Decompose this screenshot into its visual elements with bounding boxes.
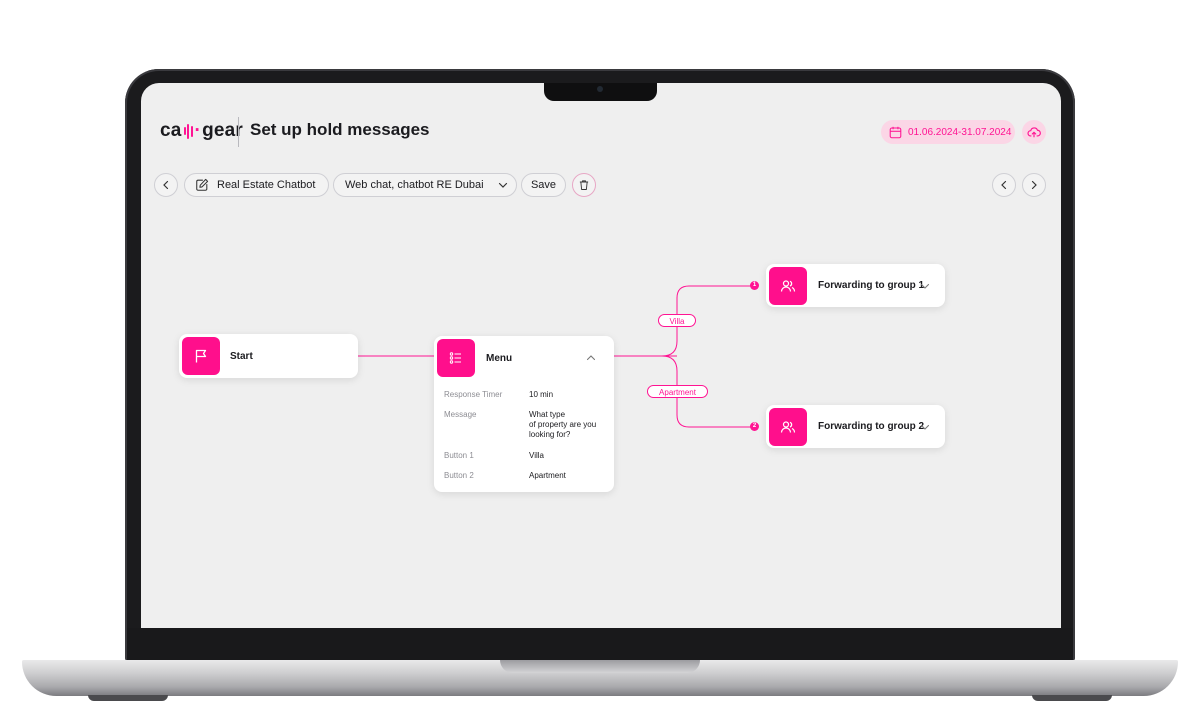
header-divider [238, 117, 239, 147]
camera-icon [597, 86, 603, 92]
menu-node-label: Menu [486, 353, 513, 364]
flag-icon [195, 349, 207, 363]
calendar-icon [889, 126, 902, 138]
row-value: What type of property are you looking fo… [529, 410, 597, 439]
chatbot-name: Real Estate Chatbot [217, 179, 316, 191]
logo-text-left: ca [160, 120, 182, 141]
logo-dot: · [194, 120, 202, 141]
users-icon [780, 421, 796, 433]
start-node-tile [182, 337, 220, 375]
date-range-text: 01.06.2024-31.07.2024 [908, 126, 1012, 138]
menu-node-tile [437, 339, 475, 377]
port-badge-2: 2 [750, 422, 759, 431]
channel-value: Web chat, chatbot RE Dubai [345, 179, 484, 191]
back-button[interactable] [154, 173, 178, 197]
forwarding-tile [769, 408, 807, 446]
chevron-up-icon[interactable] [586, 353, 596, 363]
forwarding-label: Forwarding to group 1 [818, 280, 925, 291]
row-key: Button 1 [444, 451, 474, 460]
save-label: Save [530, 179, 557, 191]
chevron-down-icon [498, 182, 507, 188]
menu-node[interactable]: Menu Response Timer 10 min Message What … [434, 336, 614, 492]
logo-text-right: gear [202, 120, 244, 141]
next-button[interactable] [1022, 173, 1046, 197]
chevron-down-icon[interactable] [920, 281, 930, 291]
laptop-foot-right [1032, 695, 1112, 701]
chatbot-name-pill[interactable]: Real Estate Chatbot [184, 173, 329, 197]
laptop-chin [127, 628, 1073, 660]
flow-canvas[interactable]: Start Menu Response Timer 10 min Message… [141, 210, 1061, 628]
logo-wave-icon [183, 123, 193, 139]
edit-icon [196, 178, 209, 191]
forwarding-group-1-node[interactable]: Forwarding to group 1 [766, 264, 945, 307]
chevron-right-icon [1031, 180, 1037, 190]
row-value: Apartment [529, 471, 566, 480]
date-range-picker[interactable]: 01.06.2024-31.07.2024 [881, 120, 1015, 144]
previous-button[interactable] [992, 173, 1016, 197]
chevron-left-icon [163, 180, 169, 190]
save-button[interactable]: Save [521, 173, 566, 197]
channel-select[interactable]: Web chat, chatbot RE Dubai [333, 173, 517, 197]
upload-cloud-icon [1027, 127, 1041, 138]
upload-button[interactable] [1022, 120, 1046, 144]
row-value: 10 min [529, 390, 554, 399]
row-key: Button 2 [444, 471, 474, 480]
delete-button[interactable] [572, 173, 596, 197]
port-badge-1: 1 [750, 281, 759, 290]
forwarding-label: Forwarding to group 2 [818, 421, 925, 432]
chevron-left-icon [1001, 180, 1007, 190]
laptop-base-slot [500, 660, 700, 673]
row-key: Response Timer [444, 390, 503, 399]
laptop-foot-left [88, 695, 168, 701]
forwarding-tile [769, 267, 807, 305]
start-node[interactable]: Start [179, 334, 358, 378]
forwarding-group-2-node[interactable]: Forwarding to group 2 [766, 405, 945, 448]
app-logo: ca · gear [160, 120, 243, 142]
page-title: Set up hold messages [250, 120, 430, 139]
edge-label-apartment[interactable]: Apartment [647, 385, 708, 398]
start-node-label: Start [230, 351, 253, 362]
edge-label-villa[interactable]: Villa [658, 314, 696, 327]
menu-list-icon [449, 352, 461, 364]
row-key: Message [444, 410, 477, 419]
trash-icon [579, 180, 589, 190]
row-value: Villa [529, 451, 544, 460]
users-icon [780, 280, 796, 292]
chevron-down-icon[interactable] [920, 422, 930, 432]
